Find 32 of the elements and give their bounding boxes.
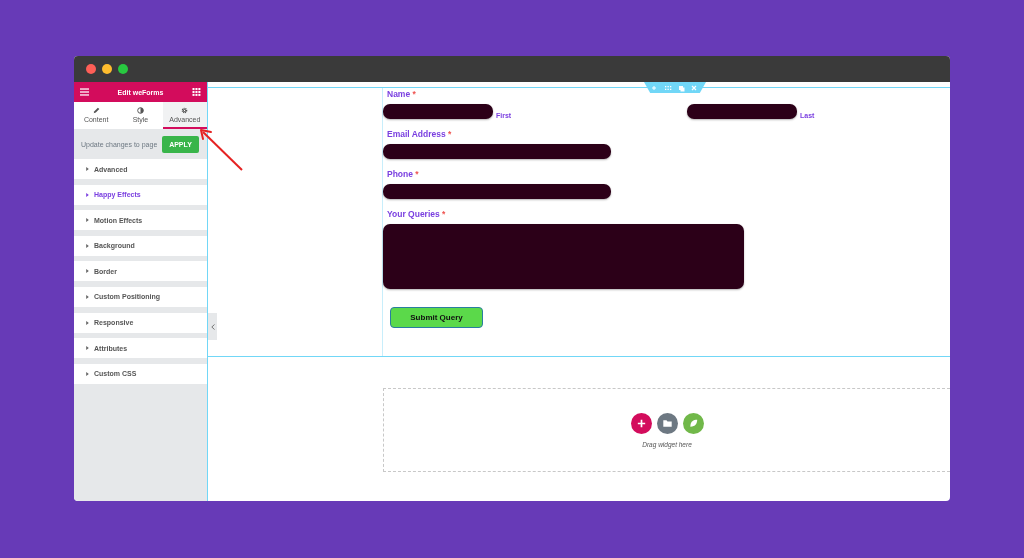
add-icon[interactable] <box>630 412 652 434</box>
field-label: Your Queries * <box>386 209 447 221</box>
caret-icon <box>86 192 89 197</box>
menu-icon[interactable] <box>80 88 89 96</box>
contrast-icon <box>137 106 144 114</box>
caret-icon <box>86 218 89 223</box>
caret-icon <box>86 346 89 351</box>
caret-icon <box>86 167 89 171</box>
input-field[interactable] <box>383 144 611 159</box>
minimize-icon[interactable] <box>102 64 112 74</box>
input-field[interactable] <box>383 104 493 119</box>
collapse-handle[interactable] <box>208 313 217 340</box>
pencil-icon <box>92 106 100 114</box>
field-label: Phone * <box>386 169 420 181</box>
input-field[interactable] <box>687 104 797 119</box>
close-icon[interactable] <box>86 64 96 74</box>
field-label: Email Address * <box>386 129 453 141</box>
caret-icon <box>86 269 89 274</box>
textarea-field[interactable] <box>383 224 744 289</box>
input-field[interactable] <box>383 184 611 199</box>
grid-icon[interactable] <box>192 88 201 96</box>
folder-icon[interactable] <box>656 412 678 434</box>
caret-icon <box>86 243 89 248</box>
maximize-icon[interactable] <box>118 64 128 74</box>
leaf-icon[interactable] <box>682 412 704 434</box>
caret-icon <box>86 320 89 325</box>
submit-button[interactable]: Submit Query <box>390 307 483 328</box>
settings-icon <box>181 106 189 114</box>
caret-icon <box>86 294 89 299</box>
section-handle[interactable] <box>644 82 706 93</box>
field-label: Name * <box>386 89 417 101</box>
caret-icon <box>86 371 89 376</box>
